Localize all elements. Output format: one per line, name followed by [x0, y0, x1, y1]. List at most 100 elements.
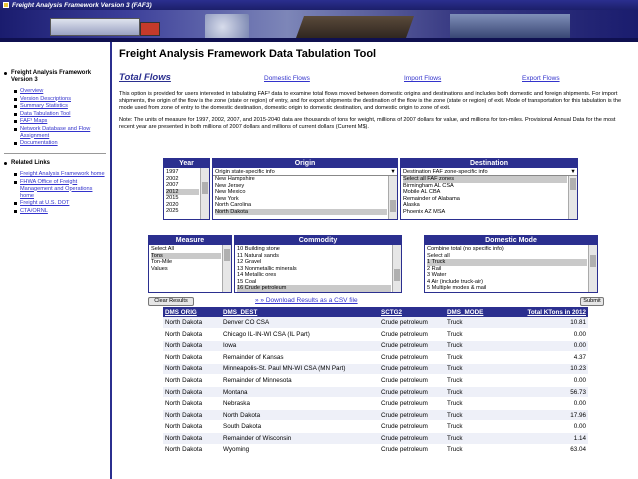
related-link[interactable]: Freight Analysis Framework home: [20, 171, 105, 178]
sidebar-link[interactable]: Data Tabulation Tool: [20, 111, 70, 118]
sidebar-item-overview[interactable]: Overview: [14, 88, 106, 95]
table-row: North Dakota Minneapolis-St. Paul MN-WI C…: [163, 363, 588, 376]
destination-panel: Destination Destination FAF zone-specifi…: [400, 158, 578, 220]
year-option[interactable]: 2025: [166, 208, 199, 215]
domestic-mode-header: Domestic Mode: [425, 236, 597, 245]
destination-listbox[interactable]: Select all FAF zones Birmingham AL CSA M…: [401, 176, 577, 219]
cell-dest: Remainder of Wisconsin: [221, 432, 379, 445]
related-link-cta-ornl[interactable]: CTA/ORNL: [14, 208, 106, 215]
cell-orig: North Dakota: [163, 374, 221, 387]
commodity-option-selected[interactable]: 16 Crude petroleum: [237, 285, 391, 292]
year-scrollbar[interactable]: [200, 168, 209, 219]
related-link[interactable]: Freight at U.S. DOT: [20, 200, 69, 207]
origin-scrollbar[interactable]: [388, 176, 397, 219]
measure-panel: Measure Select All Tons Ton-Mile Values: [148, 235, 232, 293]
col-dms-dest[interactable]: DMS_DEST: [221, 307, 379, 317]
cell-commodity: Crude petroleum: [379, 340, 445, 353]
col-dms-mode[interactable]: DMS_MODE: [445, 307, 495, 317]
tab-domestic-flows[interactable]: Domestic Flows: [264, 75, 404, 82]
sidebar-item-faf3-maps[interactable]: FAF³ Maps: [14, 118, 106, 125]
cell-mode: Truck: [445, 420, 495, 433]
mode-scrollbar[interactable]: [588, 245, 597, 292]
destination-scrollbar[interactable]: [568, 176, 577, 219]
related-link[interactable]: CTA/ORNL: [20, 208, 48, 215]
related-link-fhwa[interactable]: FHWA Office of Freight Management and Op…: [14, 179, 106, 200]
related-link-faf-home[interactable]: Freight Analysis Framework home: [14, 171, 106, 178]
bullet-icon: [14, 180, 17, 184]
scroll-thumb[interactable]: [394, 269, 400, 281]
flow-tabs: Total Flows Domestic Flows Import Flows …: [119, 72, 631, 84]
cell-mode: Truck: [445, 432, 495, 445]
sidebar-item-data-tabulation-tool[interactable]: Data Tabulation Tool: [14, 111, 106, 118]
scroll-thumb[interactable]: [202, 182, 208, 194]
commodity-scrollbar[interactable]: [392, 245, 401, 292]
cell-ktons: 0.00: [495, 374, 588, 387]
mode-option[interactable]: 5 Multiple modes & mail: [427, 285, 587, 292]
truck-trailer-image: [50, 18, 140, 36]
cell-commodity: Crude petroleum: [379, 386, 445, 399]
sidebar-item-version-descriptions[interactable]: Version Descriptions: [14, 96, 106, 103]
measure-listbox[interactable]: Select All Tons Ton-Mile Values: [149, 245, 231, 292]
cell-orig: North Dakota: [163, 363, 221, 376]
related-links-list: Freight Analysis Framework home FHWA Off…: [4, 171, 106, 215]
sidebar-link[interactable]: Summary Statistics: [20, 103, 68, 110]
truck-cab-image: [140, 22, 160, 36]
tab-total-flows[interactable]: Total Flows: [119, 72, 264, 83]
clear-results-button[interactable]: Clear Results: [148, 297, 194, 306]
sidebar-item-summary-statistics[interactable]: Summary Statistics: [14, 103, 106, 110]
domestic-mode-panel: Domestic Mode Combine total (no specific…: [424, 235, 598, 293]
sidebar-heading-faf3: Freight Analysis Framework Version 3: [4, 70, 106, 84]
table-row: North Dakota Remainder of Kansas Crude pet…: [163, 351, 588, 364]
sidebar-link[interactable]: FAF³ Maps: [20, 118, 47, 125]
table-row: North Dakota North Dakota Crude petroleum T…: [163, 409, 588, 422]
origin-dropdown[interactable]: Origin state-specific info ▼: [213, 168, 397, 176]
destination-option[interactable]: Phoenix AZ MSA: [403, 209, 567, 216]
cell-ktons: 4.37: [495, 351, 588, 364]
sidebar-link[interactable]: Network Database and Flow Assignment: [20, 126, 106, 140]
scroll-thumb[interactable]: [590, 255, 596, 267]
scroll-thumb[interactable]: [390, 200, 396, 212]
cell-ktons: 0.00: [495, 397, 588, 410]
tab-import-flows[interactable]: Import Flows: [404, 75, 522, 82]
sidebar-link[interactable]: Version Descriptions: [20, 96, 71, 103]
chevron-down-icon[interactable]: ▼: [569, 168, 577, 175]
submit-button[interactable]: Submit: [580, 297, 604, 306]
sidebar-item-network-database[interactable]: Network Database and Flow Assignment: [14, 126, 106, 140]
cell-commodity: Crude petroleum: [379, 432, 445, 445]
cell-ktons: 1.14: [495, 432, 588, 445]
related-link[interactable]: FHWA Office of Freight Management and Op…: [20, 179, 106, 200]
sidebar-link[interactable]: Documentation: [20, 140, 58, 147]
col-dms-orig[interactable]: DMS ORIG: [163, 307, 221, 317]
bullet-icon: [14, 105, 17, 108]
year-panel: Year 1997 2002 2007 2012 2015 2020 2025: [163, 158, 210, 220]
destination-dropdown[interactable]: Destination FAF zone-specific info ▼: [401, 168, 577, 176]
origin-listbox[interactable]: New Hampshire New Jersey New Mexico New …: [213, 176, 397, 219]
related-link-freight-dot[interactable]: Freight at U.S. DOT: [14, 200, 106, 207]
cell-commodity: Crude petroleum: [379, 328, 445, 341]
col-total-ktons[interactable]: Total KTons in 2012: [495, 307, 588, 317]
measure-scrollbar[interactable]: [222, 245, 231, 292]
commodity-listbox[interactable]: 10 Building stone 11 Natural sands 12 Gr…: [235, 245, 401, 292]
cell-dest: Wyoming: [221, 444, 379, 457]
domestic-mode-listbox[interactable]: Combine total (no specific info) Select …: [425, 245, 597, 292]
year-listbox[interactable]: 1997 2002 2007 2012 2015 2020 2025: [164, 168, 209, 219]
cell-mode: Truck: [445, 340, 495, 353]
table-row: North Dakota Iowa Crude petroleum Truck 0.00: [163, 340, 588, 353]
cell-ktons: 10.81: [495, 317, 588, 330]
scroll-thumb[interactable]: [224, 249, 230, 261]
scroll-thumb[interactable]: [570, 178, 576, 190]
bullet-icon: [14, 142, 17, 145]
download-csv-link[interactable]: » » Download Results as a CSV file: [255, 297, 358, 304]
cell-mode: Truck: [445, 397, 495, 410]
origin-header: Origin: [213, 159, 397, 168]
tab-export-flows[interactable]: Export Flows: [522, 75, 560, 82]
measure-option[interactable]: Values: [151, 266, 221, 273]
sidebar-item-documentation[interactable]: Documentation: [14, 140, 106, 147]
app-icon: [3, 2, 9, 8]
origin-option-selected[interactable]: North Dakota: [215, 208, 387, 215]
cell-orig: North Dakota: [163, 386, 221, 399]
cell-orig: North Dakota: [163, 432, 221, 445]
sidebar-link[interactable]: Overview: [20, 88, 43, 95]
col-sctg2[interactable]: SCTG2: [379, 307, 445, 317]
chevron-down-icon[interactable]: ▼: [389, 168, 397, 175]
